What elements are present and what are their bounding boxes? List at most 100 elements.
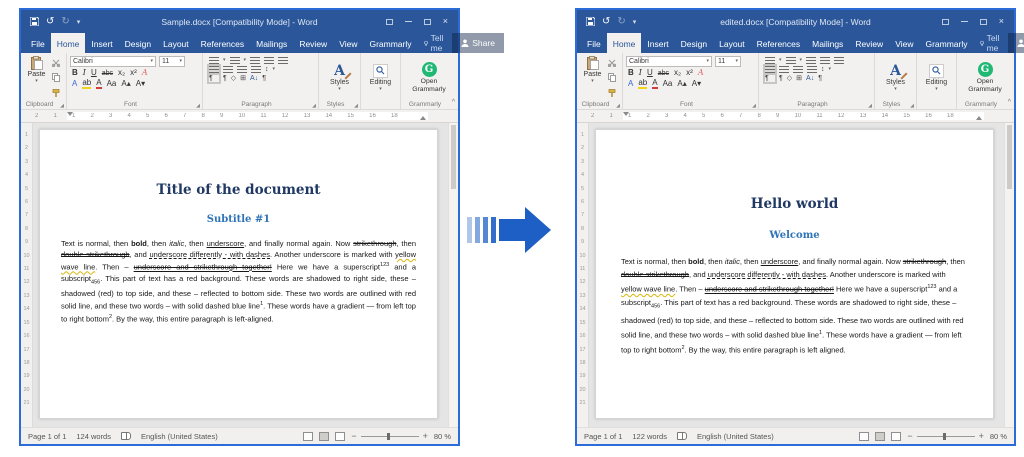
- strikethrough-button[interactable]: abc: [102, 70, 113, 77]
- styles-dialog-launcher[interactable]: ◢: [910, 103, 914, 109]
- word-count[interactable]: 122 words: [632, 432, 667, 441]
- tab-references[interactable]: References: [195, 33, 250, 53]
- indent-marker-left[interactable]: [623, 112, 629, 116]
- underline-button[interactable]: U: [647, 69, 653, 77]
- superscript-button[interactable]: x²: [686, 69, 693, 77]
- redo-icon[interactable]: ↻: [61, 16, 69, 27]
- tab-layout[interactable]: Layout: [713, 33, 751, 53]
- show-paragraph-marks-icon[interactable]: ¶: [818, 75, 822, 82]
- paragraph-dialog-launcher[interactable]: ◢: [312, 103, 316, 109]
- zoom-slider-thumb[interactable]: [943, 433, 946, 440]
- tab-mailings[interactable]: Mailings: [806, 33, 849, 53]
- sort-icon[interactable]: A↓: [250, 75, 258, 82]
- rtl-direction-icon[interactable]: ¶: [223, 75, 227, 82]
- qat-customize-icon[interactable]: ▾: [633, 18, 637, 26]
- font-dialog-launcher[interactable]: ◢: [752, 103, 756, 109]
- find-button[interactable]: [373, 64, 388, 78]
- tab-design[interactable]: Design: [119, 33, 157, 53]
- tab-insert[interactable]: Insert: [641, 33, 674, 53]
- paste-button[interactable]: Paste ▾: [580, 56, 605, 99]
- zoom-slider[interactable]: [917, 436, 975, 437]
- subscript-button[interactable]: x₂: [118, 69, 125, 77]
- shading-icon[interactable]: ◇: [231, 75, 236, 82]
- redo-icon[interactable]: ↻: [617, 16, 625, 27]
- undo-icon[interactable]: ↺: [602, 16, 610, 27]
- zoom-out-button[interactable]: −: [907, 432, 912, 441]
- strikethrough-button[interactable]: abc: [658, 70, 669, 77]
- language-indicator[interactable]: English (United States): [697, 432, 774, 441]
- styles-dialog-launcher[interactable]: ◢: [354, 103, 358, 109]
- zoom-slider-thumb[interactable]: [387, 433, 390, 440]
- copy-icon[interactable]: [607, 73, 617, 82]
- open-grammarly-label[interactable]: Open Grammarly: [404, 78, 454, 94]
- indent-marker-left[interactable]: [67, 112, 73, 116]
- align-left-icon[interactable]: [209, 66, 219, 73]
- proofing-icon[interactable]: [121, 432, 131, 440]
- tab-review[interactable]: Review: [849, 33, 889, 53]
- scrollbar-thumb[interactable]: [451, 125, 456, 189]
- ltr-direction-icon[interactable]: ¶: [765, 75, 775, 82]
- paragraph-dialog-launcher[interactable]: ◢: [868, 103, 872, 109]
- line-spacing-icon[interactable]: ↕: [821, 66, 825, 73]
- tab-mailings[interactable]: Mailings: [250, 33, 293, 53]
- text-effects-button[interactable]: A: [628, 80, 633, 88]
- highlight-color-button[interactable]: ab: [82, 79, 91, 89]
- tell-me-button[interactable]: Tell me: [418, 33, 453, 53]
- grow-font-button[interactable]: A▴: [121, 80, 130, 88]
- document-page[interactable]: Title of the document Subtitle #1 Text i…: [39, 129, 438, 419]
- zoom-in-button[interactable]: +: [423, 432, 428, 441]
- tab-view[interactable]: View: [333, 33, 363, 53]
- line-spacing-icon[interactable]: ↕: [265, 66, 269, 73]
- ribbon-display-options-icon[interactable]: [942, 19, 949, 25]
- styles-button[interactable]: A: [890, 64, 901, 78]
- cut-icon[interactable]: [51, 58, 61, 67]
- multilevel-list-icon[interactable]: [250, 57, 260, 64]
- show-paragraph-marks-icon[interactable]: ¶: [262, 75, 266, 82]
- word-count[interactable]: 124 words: [76, 432, 111, 441]
- qat-customize-icon[interactable]: ▾: [77, 18, 81, 26]
- save-icon[interactable]: [586, 17, 595, 26]
- save-icon[interactable]: [30, 17, 39, 26]
- tab-file[interactable]: File: [25, 33, 51, 53]
- font-color-button[interactable]: A: [96, 79, 101, 89]
- font-dialog-launcher[interactable]: ◢: [196, 103, 200, 109]
- tab-home[interactable]: Home: [51, 33, 86, 53]
- maximize-button[interactable]: [424, 19, 431, 25]
- page-indicator[interactable]: Page 1 of 1: [28, 432, 66, 441]
- print-layout-icon[interactable]: [875, 432, 885, 441]
- minimize-button[interactable]: [961, 21, 968, 22]
- ltr-direction-icon[interactable]: ¶: [209, 75, 219, 82]
- change-case-button[interactable]: Aa: [663, 80, 673, 88]
- print-layout-icon[interactable]: [319, 432, 329, 441]
- maximize-button[interactable]: [980, 19, 987, 25]
- zoom-slider[interactable]: [361, 436, 419, 437]
- numbering-icon[interactable]: [786, 57, 796, 64]
- bold-button[interactable]: B: [628, 69, 634, 77]
- tab-review[interactable]: Review: [293, 33, 333, 53]
- read-mode-icon[interactable]: [303, 432, 313, 441]
- web-layout-icon[interactable]: [891, 432, 901, 441]
- font-name-select[interactable]: Calibri▾: [626, 56, 712, 67]
- tab-insert[interactable]: Insert: [85, 33, 118, 53]
- bold-button[interactable]: B: [72, 69, 78, 77]
- format-painter-icon[interactable]: [607, 88, 617, 97]
- scrollbar-thumb[interactable]: [1007, 125, 1012, 189]
- copy-icon[interactable]: [51, 73, 61, 82]
- italic-button[interactable]: I: [639, 69, 642, 77]
- text-effects-button[interactable]: A: [72, 80, 77, 88]
- justify-icon[interactable]: [807, 66, 817, 73]
- align-left-icon[interactable]: [765, 66, 775, 73]
- minimize-button[interactable]: [405, 21, 412, 22]
- styles-button[interactable]: A: [334, 64, 345, 78]
- zoom-level[interactable]: 80 %: [990, 432, 1007, 441]
- clear-formatting-button[interactable]: A: [142, 69, 148, 77]
- align-center-icon[interactable]: [223, 66, 233, 73]
- tell-me-button[interactable]: Tell me: [974, 33, 1009, 53]
- indent-marker-right[interactable]: [976, 116, 982, 120]
- increase-indent-icon[interactable]: [278, 57, 288, 64]
- vertical-scrollbar[interactable]: [1004, 123, 1014, 427]
- close-button[interactable]: ×: [999, 17, 1004, 26]
- zoom-level[interactable]: 80 %: [434, 432, 451, 441]
- change-case-button[interactable]: Aa: [107, 80, 117, 88]
- grammarly-icon[interactable]: G: [978, 62, 993, 77]
